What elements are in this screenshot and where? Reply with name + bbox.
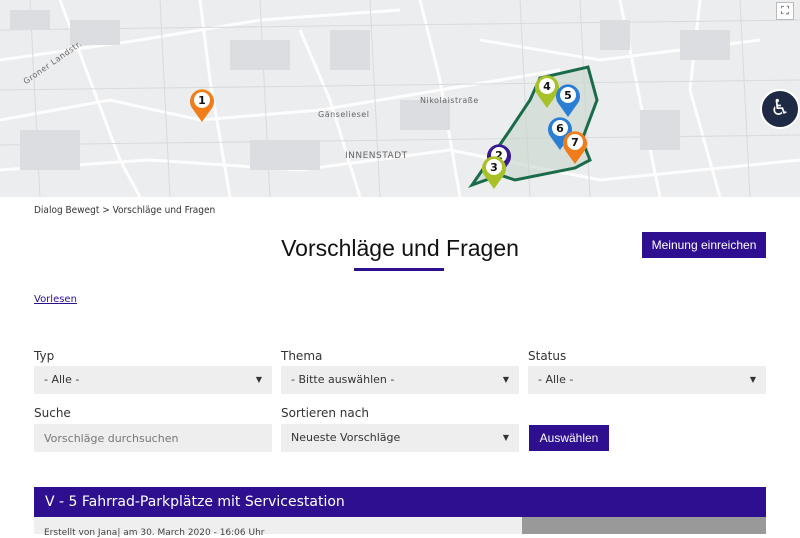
map-marker-number: 1 — [198, 94, 206, 107]
sort-select-value: Neueste Vorschläge — [291, 431, 401, 444]
sort-label: Sortieren nach — [281, 406, 369, 420]
map-marker-number: 3 — [490, 161, 498, 174]
map-label-innenstadt: INNENSTADT — [345, 151, 408, 161]
proposal-image[interactable] — [522, 517, 766, 534]
apply-filter-button[interactable]: Auswählen — [529, 425, 609, 451]
read-aloud-link[interactable]: Vorlesen — [34, 294, 77, 305]
title-underline — [354, 268, 444, 271]
map-label-nikolaistrasse: Nikolaistraße — [420, 96, 479, 105]
chevron-down-icon: ▼ — [502, 433, 509, 442]
topic-select[interactable]: - Bitte auswählen - ▼ — [281, 366, 519, 394]
map-marker-number: 4 — [543, 80, 551, 93]
type-select-value: - Alle - — [44, 373, 80, 386]
status-select[interactable]: - Alle - ▼ — [528, 366, 766, 394]
chevron-down-icon: ▼ — [255, 375, 262, 384]
search-input[interactable] — [34, 424, 272, 452]
map-label-goenseliesel: Gänseliesel — [318, 110, 370, 119]
map-marker-1[interactable]: 1 — [187, 86, 217, 124]
topic-select-value: - Bitte auswählen - — [291, 373, 395, 386]
map[interactable]: Gänseliesel INNENSTADT Nikolaistraße Gro… — [0, 0, 800, 197]
map-marker-3[interactable]: 3 — [479, 153, 509, 191]
fullscreen-icon[interactable]: ⛶ — [776, 2, 794, 20]
sort-select[interactable]: Neueste Vorschläge ▼ — [281, 424, 519, 452]
topic-label: Thema — [281, 349, 323, 363]
status-label: Status — [528, 349, 567, 363]
breadcrumb[interactable]: Dialog Bewegt > Vorschläge und Fragen — [34, 205, 215, 216]
type-label: Typ — [34, 349, 55, 363]
search-label: Suche — [34, 406, 71, 420]
proposal-title[interactable]: V - 5 Fahrrad-Parkplätze mit Servicestat… — [34, 487, 766, 517]
map-marker-7[interactable]: 7 — [560, 128, 590, 166]
map-canvas[interactable] — [0, 0, 800, 197]
map-marker-number: 7 — [571, 136, 579, 149]
proposal-meta: Erstellt von Jana| am 30. March 2020 - 1… — [44, 528, 265, 538]
submit-opinion-button[interactable]: Meinung einreichen — [642, 232, 766, 258]
map-marker-number: 5 — [564, 89, 572, 102]
type-select[interactable]: - Alle - ▼ — [34, 366, 272, 394]
chevron-down-icon: ▼ — [502, 375, 509, 384]
proposal-body: Erstellt von Jana| am 30. March 2020 - 1… — [34, 517, 522, 538]
accessibility-icon[interactable]: ♿ — [760, 89, 800, 129]
status-select-value: - Alle - — [538, 373, 574, 386]
chevron-down-icon: ▼ — [749, 375, 756, 384]
